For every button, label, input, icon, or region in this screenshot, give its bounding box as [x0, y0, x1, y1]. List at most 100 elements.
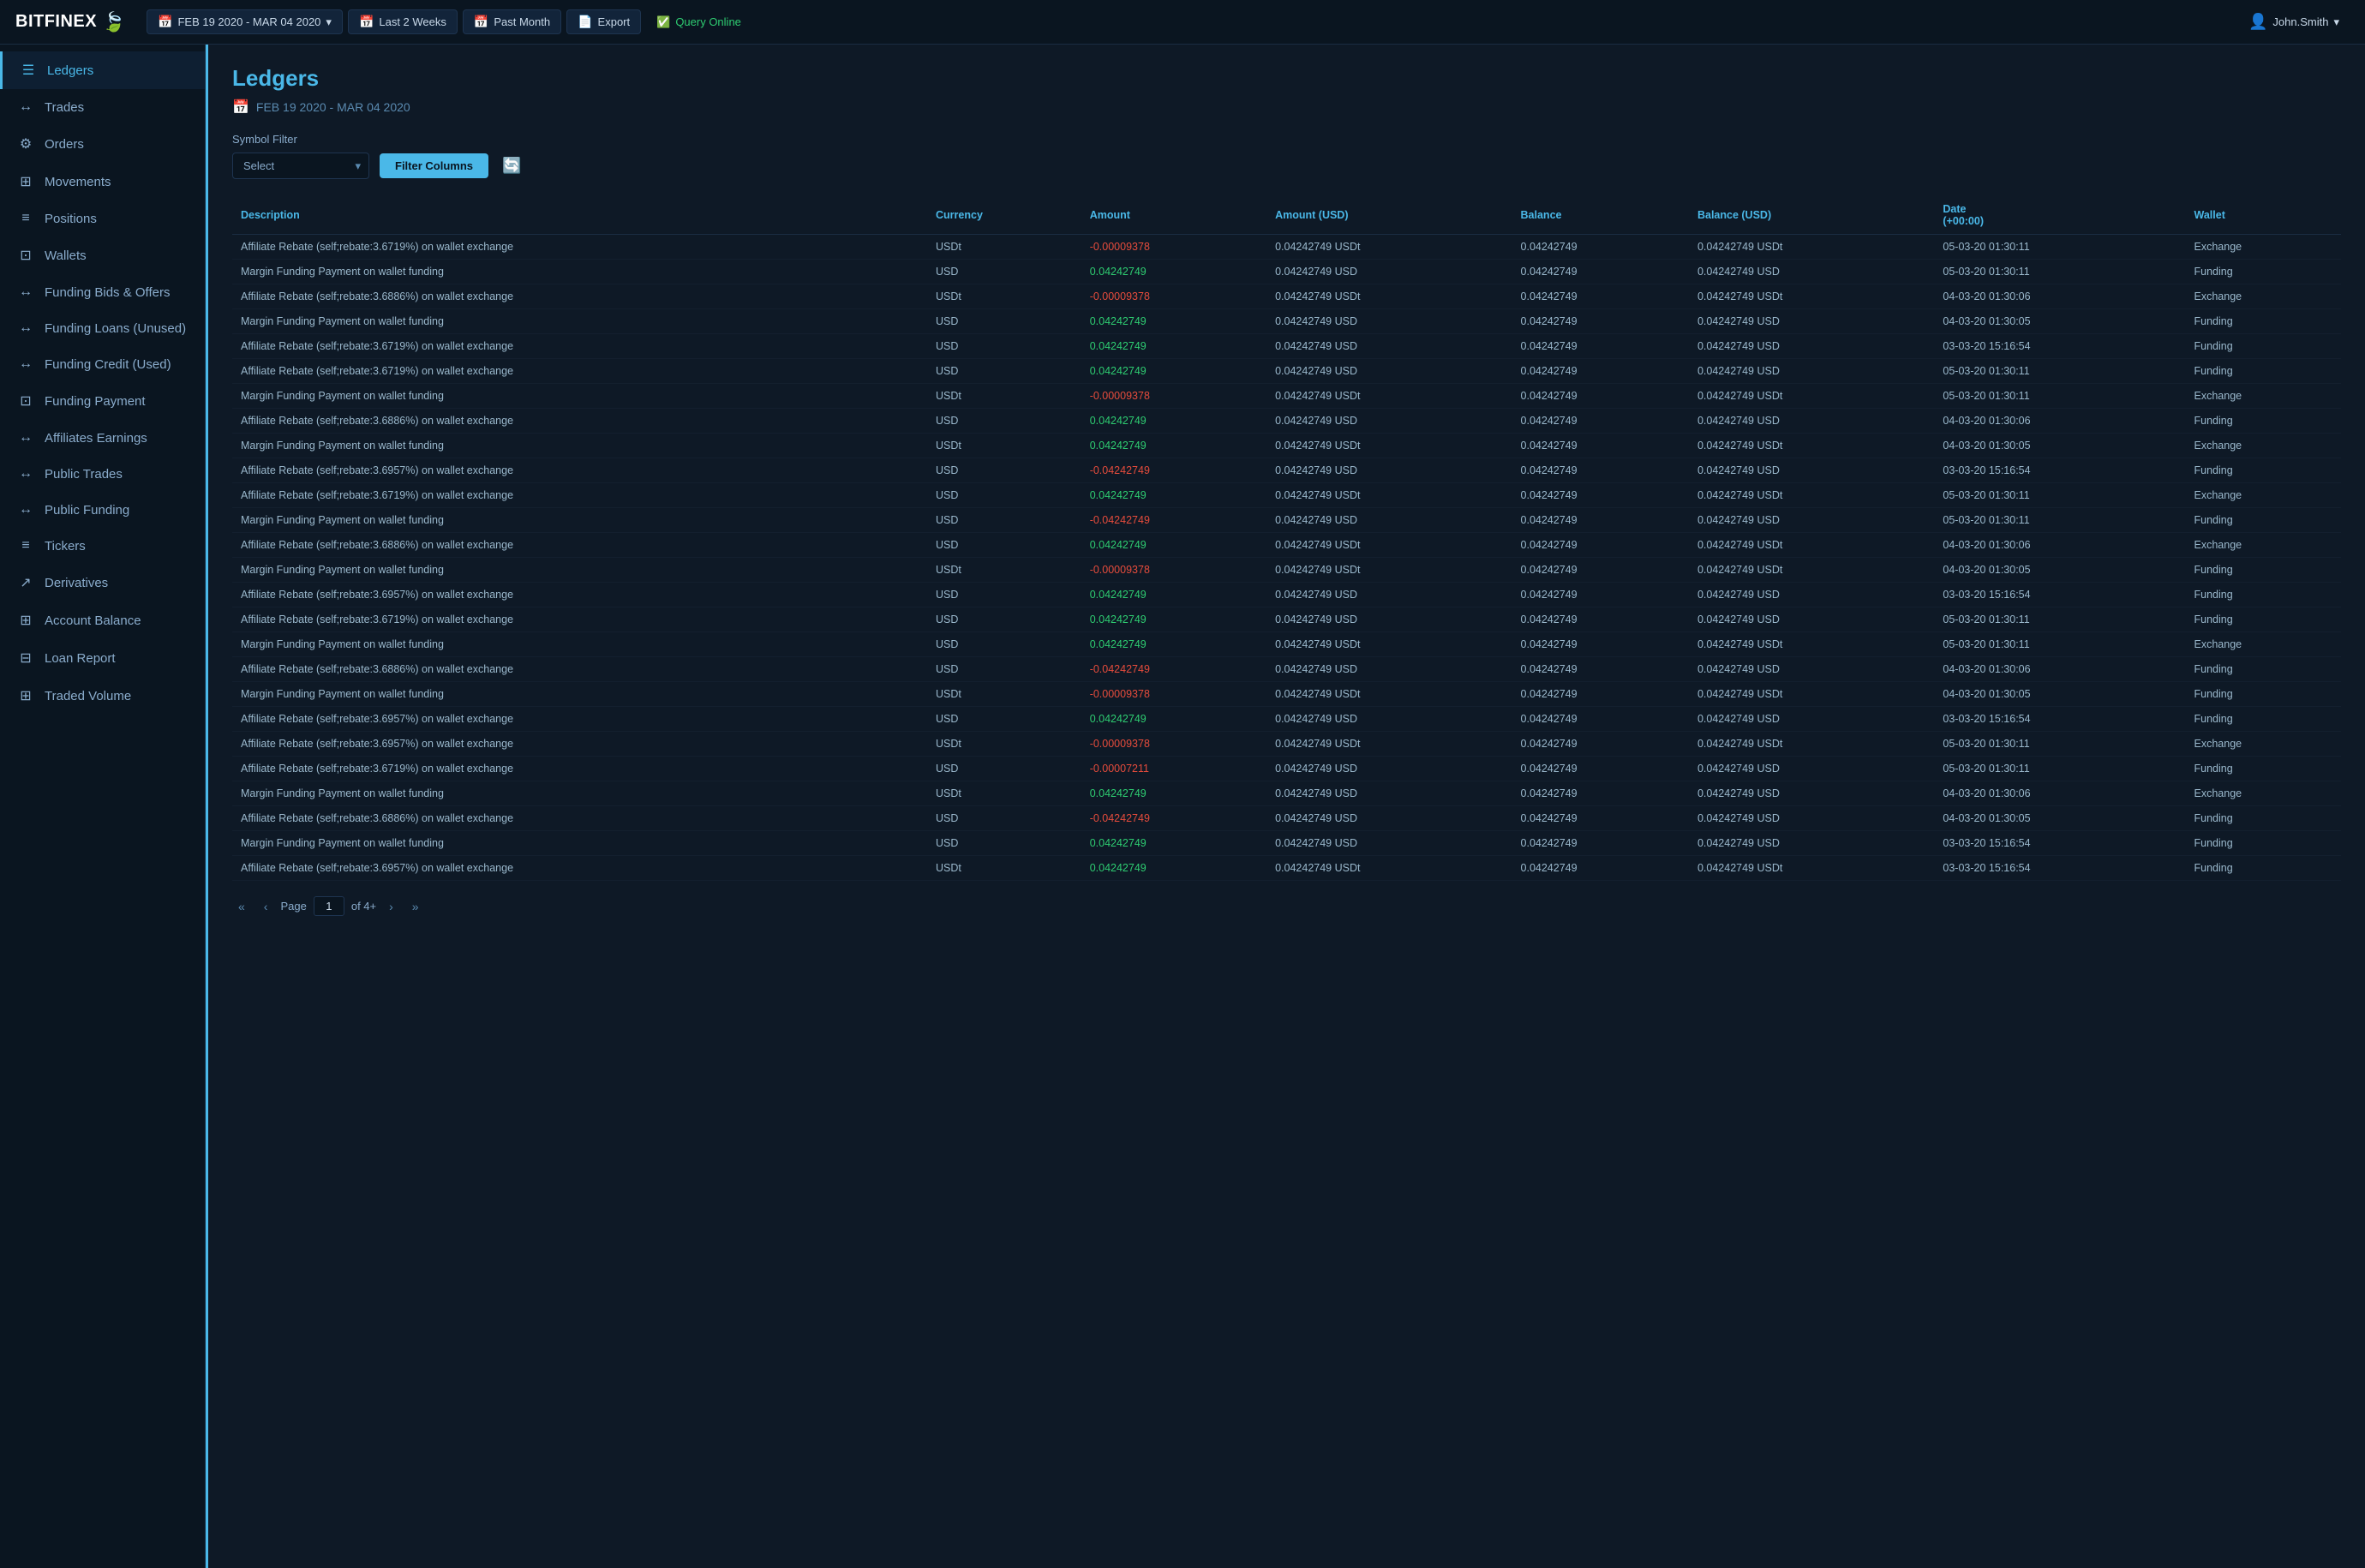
- cell-date: 05-03-20 01:30:11: [1934, 260, 2185, 284]
- last-page-btn[interactable]: »: [406, 897, 425, 916]
- cell-amount-usd: 0.04242749 USD: [1266, 508, 1512, 533]
- sidebar-item-funding-payment[interactable]: ⊡ Funding Payment: [0, 382, 205, 420]
- cell-balance: 0.04242749: [1512, 334, 1689, 359]
- table-row: Affiliate Rebate (self;rebate:3.6957%) o…: [232, 583, 2341, 607]
- cell-wallet: Funding: [2186, 856, 2341, 881]
- filter-columns-btn[interactable]: Filter Columns: [380, 153, 488, 178]
- cell-desc: Margin Funding Payment on wallet funding: [232, 434, 927, 458]
- user-menu[interactable]: 👤 John.Smith ▾: [2238, 9, 2350, 35]
- cell-desc: Margin Funding Payment on wallet funding: [232, 309, 927, 334]
- cell-desc: Affiliate Rebate (self;rebate:3.6886%) o…: [232, 409, 927, 434]
- cell-date: 05-03-20 01:30:11: [1934, 632, 2185, 657]
- col-amount-usd[interactable]: Amount (USD): [1266, 196, 1512, 235]
- cell-desc: Affiliate Rebate (self;rebate:3.6719%) o…: [232, 757, 927, 781]
- date-range-picker[interactable]: 📅 FEB 19 2020 - MAR 04 2020 ▾: [147, 9, 343, 34]
- sidebar-item-public-trades[interactable]: ↔ Public Trades: [0, 456, 205, 492]
- sidebar-item-movements[interactable]: ⊞ Movements: [0, 163, 205, 200]
- sidebar-item-affiliates[interactable]: ↔ Affiliates Earnings: [0, 420, 205, 456]
- symbol-filter-select[interactable]: Select: [232, 153, 369, 179]
- cell-amount: -0.00009378: [1081, 558, 1266, 583]
- cell-amount-usd: 0.04242749 USDt: [1266, 533, 1512, 558]
- cell-wallet: Funding: [2186, 409, 2341, 434]
- positions-icon: ≡: [17, 211, 34, 226]
- cell-balance-usd: 0.04242749 USDt: [1689, 632, 1934, 657]
- cell-currency: USD: [927, 607, 1081, 632]
- sidebar-item-funding-credit[interactable]: ↔ Funding Credit (Used): [0, 346, 205, 382]
- funding-credit-icon: ↔: [17, 356, 34, 372]
- table-body: Affiliate Rebate (self;rebate:3.6719%) o…: [232, 235, 2341, 881]
- cell-wallet: Exchange: [2186, 235, 2341, 260]
- query-online-status[interactable]: ✅ Query Online: [646, 11, 751, 33]
- col-currency[interactable]: Currency: [927, 196, 1081, 235]
- cell-wallet: Funding: [2186, 831, 2341, 856]
- cell-desc: Margin Funding Payment on wallet funding: [232, 831, 927, 856]
- cell-amount-usd: 0.04242749 USDt: [1266, 558, 1512, 583]
- cell-desc: Affiliate Rebate (self;rebate:3.6719%) o…: [232, 235, 927, 260]
- cell-date: 04-03-20 01:30:06: [1934, 284, 2185, 309]
- col-balance[interactable]: Balance: [1512, 196, 1689, 235]
- cell-desc: Margin Funding Payment on wallet funding: [232, 682, 927, 707]
- cell-amount: -0.00009378: [1081, 235, 1266, 260]
- cell-balance-usd: 0.04242749 USDt: [1689, 384, 1934, 409]
- table-row: Affiliate Rebate (self;rebate:3.6957%) o…: [232, 707, 2341, 732]
- cell-balance: 0.04242749: [1512, 483, 1689, 508]
- cell-balance-usd: 0.04242749 USD: [1689, 508, 1934, 533]
- col-amount[interactable]: Amount: [1081, 196, 1266, 235]
- table-header-row: Description Currency Amount Amount (USD)…: [232, 196, 2341, 235]
- cell-amount: -0.04242749: [1081, 508, 1266, 533]
- ledgers-table-wrap: Description Currency Amount Amount (USD)…: [232, 196, 2341, 881]
- cell-amount-usd: 0.04242749 USD: [1266, 781, 1512, 806]
- past-month-btn[interactable]: 📅 Past Month: [463, 9, 561, 34]
- cell-amount: 0.04242749: [1081, 607, 1266, 632]
- cell-balance: 0.04242749: [1512, 732, 1689, 757]
- last2weeks-label: Last 2 Weeks: [379, 15, 446, 28]
- sidebar-item-orders[interactable]: ⚙ Orders: [0, 125, 205, 163]
- cell-wallet: Exchange: [2186, 483, 2341, 508]
- col-date[interactable]: Date(+00:00): [1934, 196, 2185, 235]
- sidebar-item-positions[interactable]: ≡ Positions: [0, 200, 205, 236]
- col-balance-usd[interactable]: Balance (USD): [1689, 196, 1934, 235]
- cell-amount-usd: 0.04242749 USD: [1266, 334, 1512, 359]
- cell-wallet: Funding: [2186, 806, 2341, 831]
- cell-date: 04-03-20 01:30:06: [1934, 657, 2185, 682]
- sidebar-item-funding-loans[interactable]: ↔ Funding Loans (Unused): [0, 310, 205, 346]
- sidebar-item-traded-volume[interactable]: ⊞ Traded Volume: [0, 677, 205, 715]
- next-page-btn[interactable]: ›: [383, 897, 399, 916]
- cell-date: 03-03-20 15:16:54: [1934, 458, 2185, 483]
- account-balance-icon: ⊞: [17, 612, 34, 629]
- sidebar-item-derivatives[interactable]: ↗ Derivatives: [0, 564, 205, 601]
- sidebar-label-positions: Positions: [45, 212, 97, 226]
- cell-amount: 0.04242749: [1081, 781, 1266, 806]
- col-wallet[interactable]: Wallet: [2186, 196, 2341, 235]
- cell-amount: 0.04242749: [1081, 409, 1266, 434]
- sidebar-item-trades[interactable]: ↔ Trades: [0, 89, 205, 125]
- cell-balance: 0.04242749: [1512, 384, 1689, 409]
- cell-desc: Affiliate Rebate (self;rebate:3.6719%) o…: [232, 359, 927, 384]
- sidebar-item-wallets[interactable]: ⊡ Wallets: [0, 236, 205, 274]
- cell-currency: USD: [927, 831, 1081, 856]
- page-number-input[interactable]: [314, 896, 344, 916]
- cell-balance: 0.04242749: [1512, 682, 1689, 707]
- table-row: Affiliate Rebate (self;rebate:3.6719%) o…: [232, 235, 2341, 260]
- first-page-btn[interactable]: «: [232, 897, 251, 916]
- sidebar-item-loan-report[interactable]: ⊟ Loan Report: [0, 639, 205, 677]
- sidebar-item-tickers[interactable]: ≡ Tickers: [0, 528, 205, 564]
- cell-balance-usd: 0.04242749 USD: [1689, 831, 1934, 856]
- cell-balance: 0.04242749: [1512, 632, 1689, 657]
- refresh-btn[interactable]: 🔄: [499, 153, 524, 178]
- symbol-filter-label: Symbol Filter: [232, 133, 2341, 146]
- cell-balance-usd: 0.04242749 USDt: [1689, 732, 1934, 757]
- export-btn[interactable]: 📄 Export: [566, 9, 641, 34]
- cell-desc: Affiliate Rebate (self;rebate:3.6957%) o…: [232, 732, 927, 757]
- col-description[interactable]: Description: [232, 196, 927, 235]
- sidebar-item-public-funding[interactable]: ↔ Public Funding: [0, 492, 205, 528]
- sidebar-item-account-balance[interactable]: ⊞ Account Balance: [0, 601, 205, 639]
- sidebar-label-funding-loans: Funding Loans (Unused): [45, 321, 186, 336]
- sidebar-item-ledgers[interactable]: ☰ Ledgers: [0, 51, 205, 89]
- prev-page-btn[interactable]: ‹: [258, 897, 274, 916]
- sidebar-item-funding-bids[interactable]: ↔ Funding Bids & Offers: [0, 274, 205, 310]
- cell-amount-usd: 0.04242749 USD: [1266, 806, 1512, 831]
- last-2-weeks-btn[interactable]: 📅 Last 2 Weeks: [348, 9, 458, 34]
- cell-date: 04-03-20 01:30:06: [1934, 533, 2185, 558]
- table-row: Affiliate Rebate (self;rebate:3.6886%) o…: [232, 284, 2341, 309]
